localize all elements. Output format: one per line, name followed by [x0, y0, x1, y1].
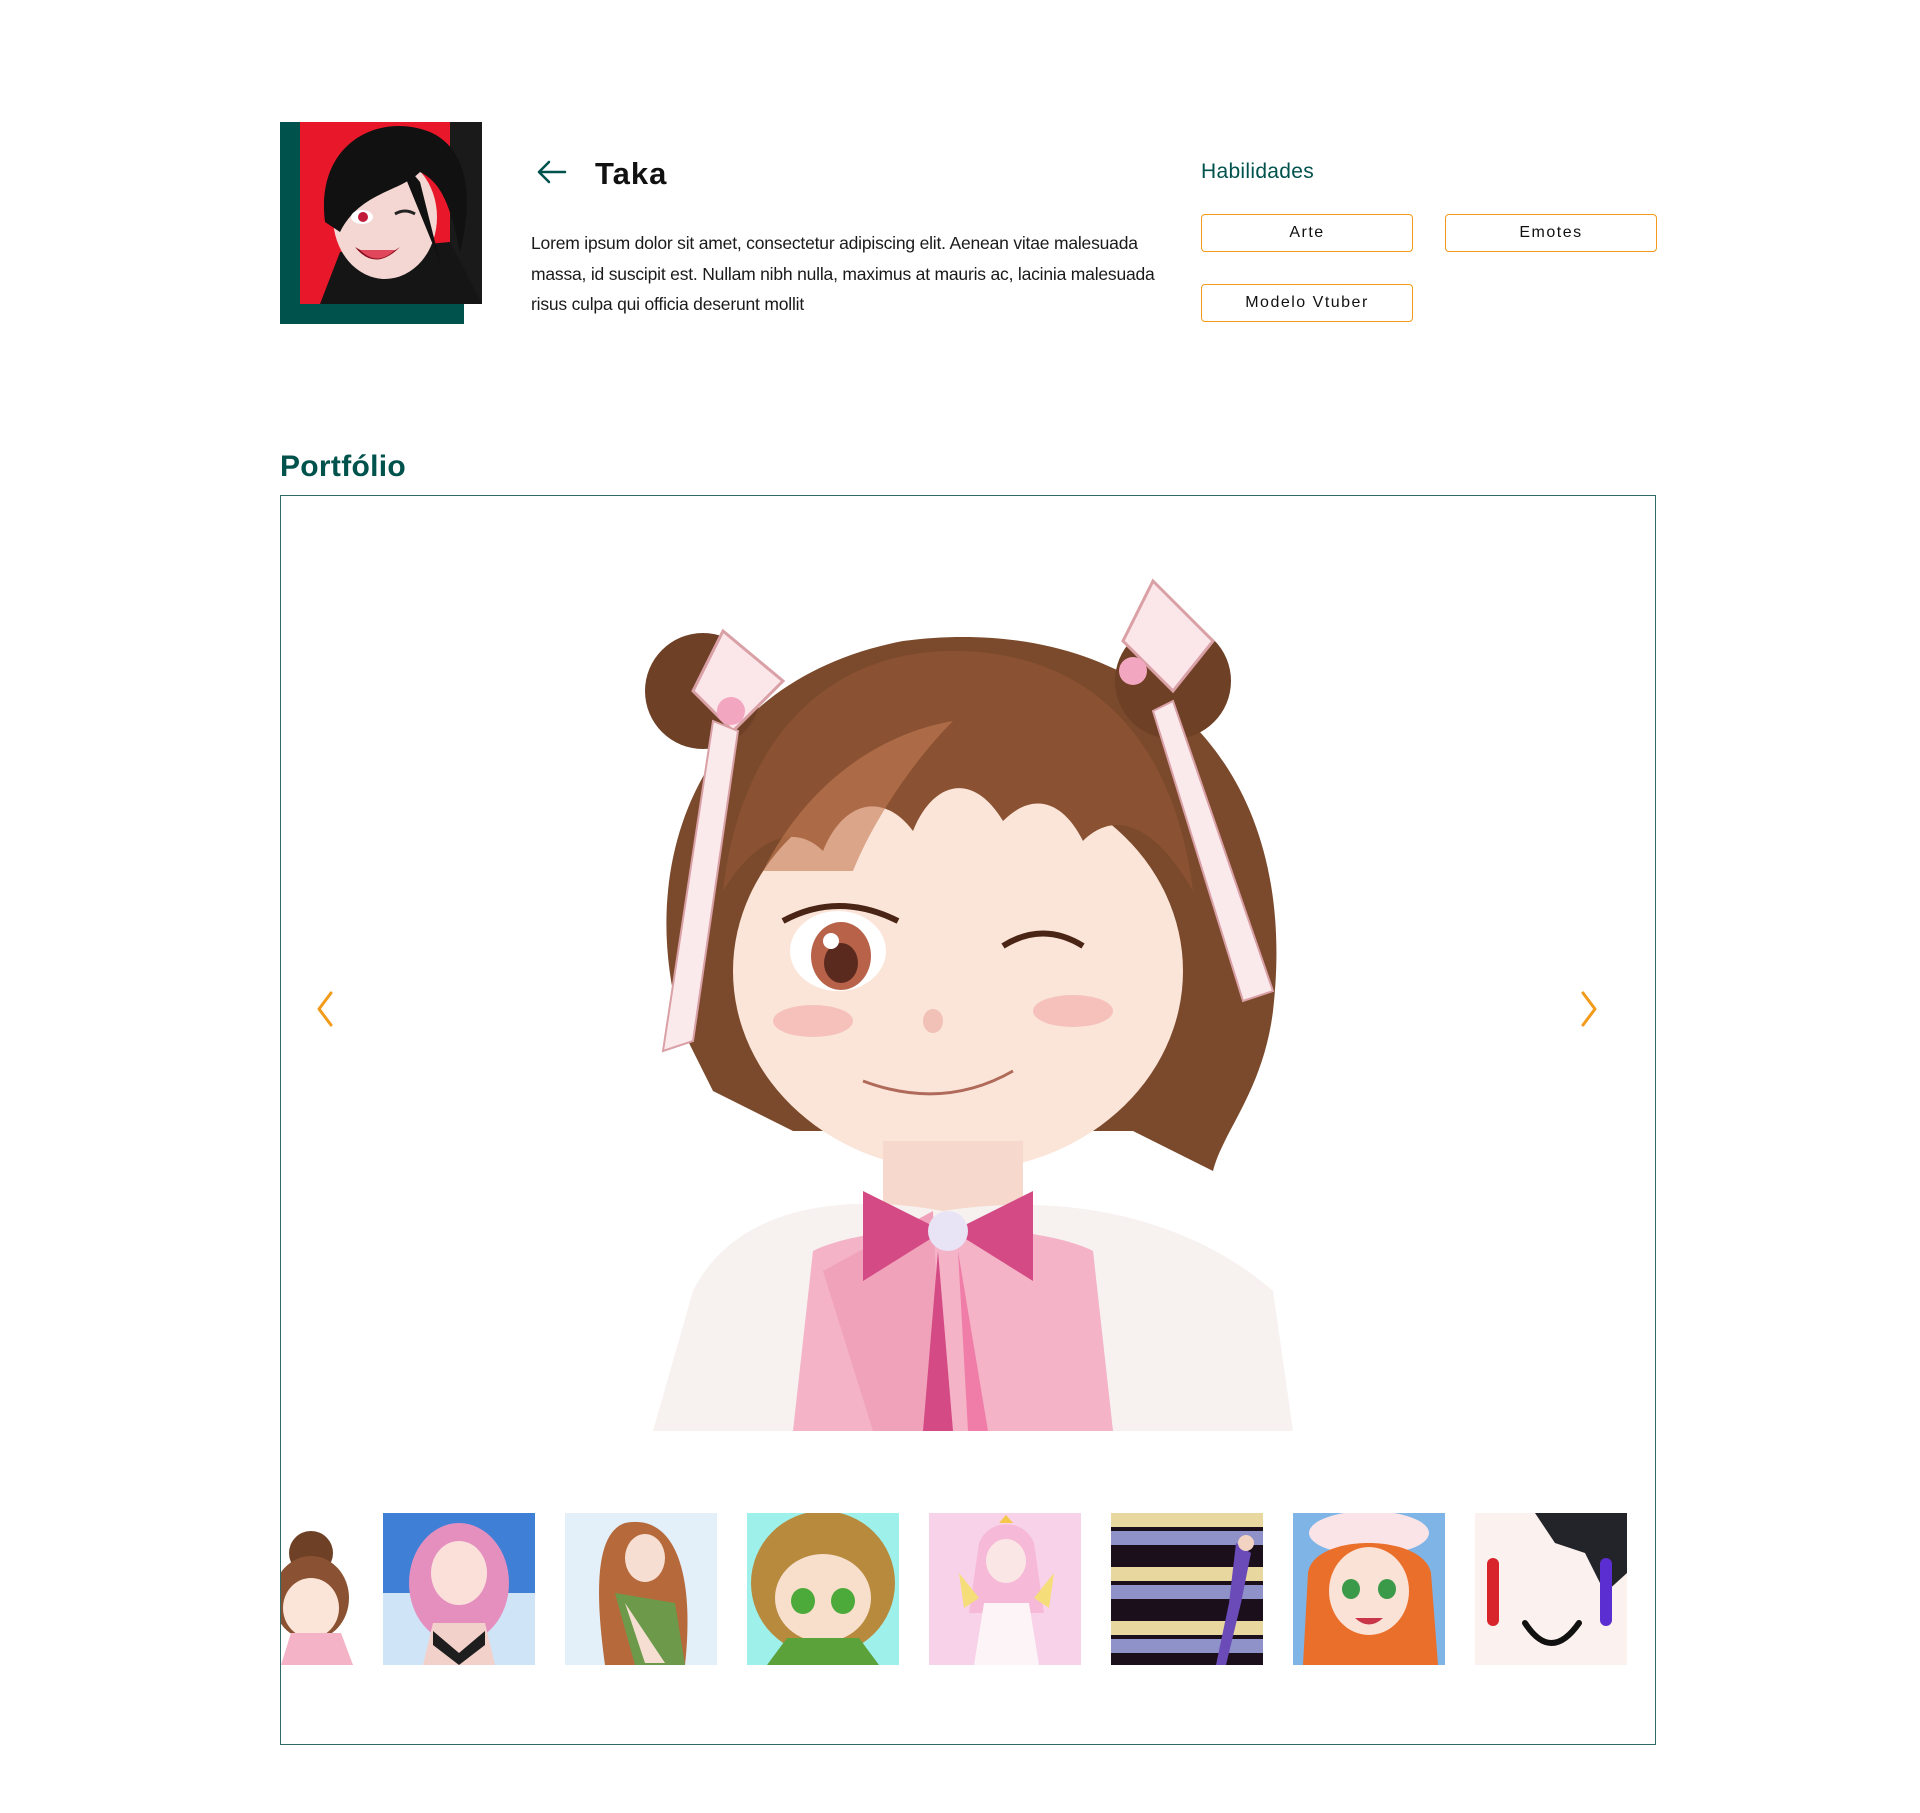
profile-info: Taka Lorem ipsum dolor sit amet, consect… — [531, 152, 1171, 337]
skill-tag-modelo-vtuber[interactable]: Modelo Vtuber — [1201, 284, 1413, 322]
profile-name: Taka — [595, 156, 668, 191]
thumbnail-7[interactable] — [1293, 1513, 1445, 1665]
avatar-image — [300, 122, 482, 304]
thumbnail-strip — [281, 1513, 1655, 1665]
carousel-prev-button[interactable] — [303, 981, 347, 1041]
profile-bio: Lorem ipsum dolor sit amet, consectetur … — [531, 233, 1155, 314]
portfolio-title: Portfólio — [280, 449, 407, 483]
chevron-left-icon — [313, 989, 337, 1034]
skills-panel: Habilidades Arte Emotes Modelo Vtuber — [1201, 160, 1671, 344]
thumbnail-1[interactable] — [281, 1513, 353, 1665]
arrow-left-icon — [535, 160, 567, 189]
carousel-next-button[interactable] — [1567, 981, 1611, 1041]
skills-list: Arte Emotes Modelo Vtuber — [1201, 214, 1671, 344]
profile-header: Taka Lorem ipsum dolor sit amet, consect… — [280, 122, 1660, 332]
thumbnail-4[interactable] — [747, 1513, 899, 1665]
portfolio-gallery — [280, 495, 1656, 1745]
thumbnail-8[interactable] — [1475, 1513, 1627, 1665]
chevron-right-icon — [1577, 989, 1601, 1034]
skills-title: Habilidades — [1201, 160, 1315, 183]
title-row: Taka — [531, 152, 1171, 196]
back-button[interactable] — [533, 156, 569, 192]
skill-tag-emotes[interactable]: Emotes — [1445, 214, 1657, 252]
thumbnail-6[interactable] — [1111, 1513, 1263, 1665]
thumbnail-3[interactable] — [565, 1513, 717, 1665]
thumbnail-5[interactable] — [929, 1513, 1081, 1665]
featured-artwork — [613, 571, 1363, 1431]
avatar — [280, 122, 482, 324]
skill-tag-arte[interactable]: Arte — [1201, 214, 1413, 252]
thumbnail-2[interactable] — [383, 1513, 535, 1665]
